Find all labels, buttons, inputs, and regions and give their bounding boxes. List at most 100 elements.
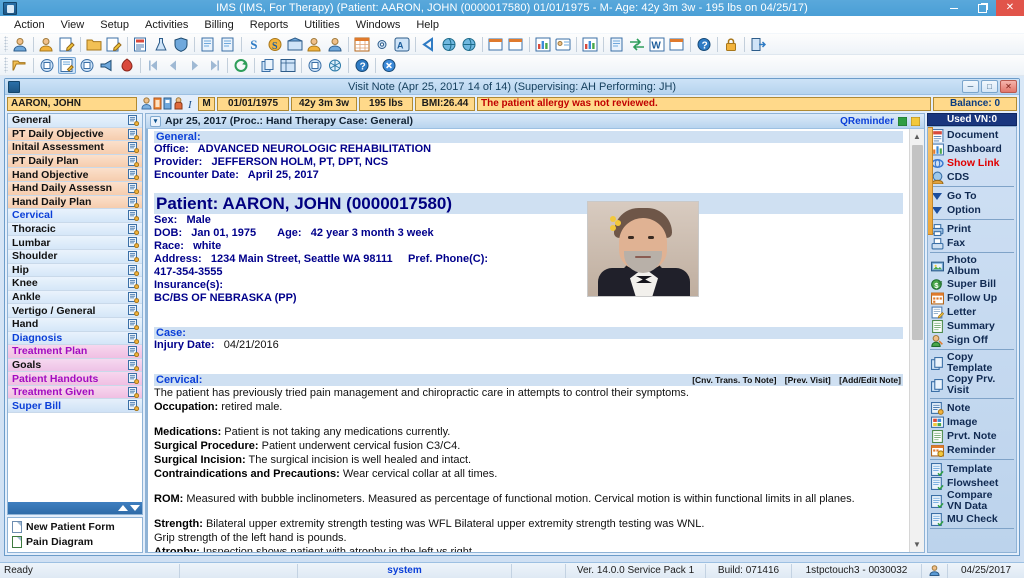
visit-note-restore-button[interactable]: □ xyxy=(981,80,998,93)
note-page-icon[interactable] xyxy=(128,278,140,290)
payment-icon[interactable]: S xyxy=(266,36,284,53)
report-icon[interactable] xyxy=(132,36,150,53)
category-item[interactable]: Super Bill xyxy=(8,399,142,414)
note-page-icon[interactable] xyxy=(128,400,140,412)
minimize-button[interactable] xyxy=(940,0,968,16)
new-note-icon[interactable] xyxy=(38,57,56,74)
action-item-photo[interactable]: Photo Album xyxy=(928,255,1016,277)
category-item[interactable]: Knee xyxy=(8,277,142,291)
next-record-icon[interactable] xyxy=(185,57,203,74)
category-item[interactable]: Shoulder xyxy=(8,249,142,264)
note-page-icon[interactable] xyxy=(128,305,140,317)
settings-gear-icon[interactable] xyxy=(373,36,391,53)
category-item[interactable]: Ankle xyxy=(8,290,142,305)
open-visit-icon[interactable] xyxy=(11,57,29,74)
category-item[interactable]: Diagnosis xyxy=(8,331,142,346)
window-icon[interactable] xyxy=(487,36,505,53)
action-item-summary[interactable]: Summary xyxy=(928,319,1016,333)
list-item-pain-diagram[interactable]: Pain Diagram xyxy=(12,536,139,548)
note-page-icon[interactable] xyxy=(128,318,140,331)
action-item-template[interactable]: Template xyxy=(928,462,1016,476)
schedule-grid-icon[interactable] xyxy=(353,36,371,53)
category-item[interactable]: Hand Daily Assessn xyxy=(8,181,142,196)
transfer-icon[interactable] xyxy=(628,36,646,53)
lock-icon[interactable] xyxy=(722,36,740,53)
document-list-icon[interactable] xyxy=(199,36,217,53)
patient-sex-field[interactable]: M xyxy=(198,96,215,111)
refresh-icon[interactable] xyxy=(232,57,250,74)
copy-icon[interactable] xyxy=(259,57,277,74)
note-page-icon[interactable] xyxy=(128,115,140,127)
action-item-document[interactable]: Document xyxy=(928,128,1016,143)
toolbar-grip[interactable] xyxy=(4,57,8,73)
action-item-note[interactable]: Note xyxy=(928,401,1016,415)
patient-bmi-field[interactable]: BMI:26.44 xyxy=(415,96,475,111)
patient-balance-field[interactable]: Balance: 0 xyxy=(933,96,1017,111)
menu-item-reports[interactable]: Reports xyxy=(242,17,297,33)
note-page-icon[interactable] xyxy=(128,128,140,140)
scroll-down-button[interactable]: ▼ xyxy=(909,537,924,552)
category-scroll-bar[interactable] xyxy=(8,502,142,514)
word-export-icon[interactable]: W xyxy=(648,36,666,53)
note-page-icon[interactable] xyxy=(128,142,140,154)
person-edit-icon[interactable] xyxy=(58,36,76,53)
status-user-icon[interactable] xyxy=(922,563,948,578)
export-icon[interactable] xyxy=(668,36,686,53)
note-page-icon[interactable] xyxy=(128,250,140,263)
category-item[interactable]: Lumbar xyxy=(8,236,142,250)
category-item[interactable]: PT Daily Plan xyxy=(8,154,142,169)
category-item[interactable]: Cervical xyxy=(8,209,142,223)
visit-selector-label[interactable]: Apr 25, 2017 (Proc.: Hand Therapy Case: … xyxy=(165,115,413,127)
note-page-icon[interactable] xyxy=(128,346,140,358)
charges-icon[interactable]: S xyxy=(246,36,264,53)
note-page-icon[interactable] xyxy=(128,182,140,195)
bar-chart-icon[interactable] xyxy=(534,36,552,53)
action-item-option[interactable]: Option xyxy=(928,203,1016,217)
bank-icon[interactable] xyxy=(286,36,304,53)
back-arrow-icon[interactable] xyxy=(420,36,438,53)
scroll-thumb[interactable] xyxy=(911,145,923,340)
category-item[interactable]: Patient Handouts xyxy=(8,372,142,386)
note-page-icon[interactable] xyxy=(128,223,140,235)
security-shield-icon[interactable] xyxy=(172,36,190,53)
megaphone-icon[interactable] xyxy=(98,57,116,74)
action-item-sign-off[interactable]: Sign Off xyxy=(928,333,1016,347)
close-button[interactable] xyxy=(996,0,1024,16)
note-page-icon[interactable] xyxy=(128,169,140,181)
category-item[interactable]: Treatment Plan xyxy=(8,345,142,359)
previous-record-icon[interactable] xyxy=(165,57,183,74)
menu-item-view[interactable]: View xyxy=(53,17,93,33)
analytics-icon[interactable] xyxy=(581,36,599,53)
action-item-copy-prv[interactable]: Copy Prv. Visit xyxy=(928,374,1016,396)
person-search-icon[interactable] xyxy=(38,36,56,53)
action-item-super-bill[interactable]: $ Super Bill xyxy=(928,277,1016,291)
flag-icon[interactable] xyxy=(118,57,136,74)
note-page-icon[interactable] xyxy=(128,237,140,249)
menu-item-action[interactable]: Action xyxy=(6,17,53,33)
toolbar-grip[interactable] xyxy=(4,36,8,52)
insurance-icon[interactable] xyxy=(306,36,324,53)
badge-icon[interactable] xyxy=(554,36,572,53)
action-item-show-link[interactable]: Show Link xyxy=(928,156,1016,170)
last-record-icon[interactable] xyxy=(205,57,223,74)
category-item[interactable]: Initail Assessment xyxy=(8,141,142,155)
note-scrollbar[interactable]: ▲ ▼ xyxy=(909,129,924,552)
first-record-icon[interactable] xyxy=(145,57,163,74)
action-item-follow-up[interactable]: Follow Up xyxy=(928,291,1016,305)
note-page-icon[interactable] xyxy=(128,196,140,208)
restore-button[interactable] xyxy=(968,0,996,16)
menu-item-windows[interactable]: Windows xyxy=(348,17,409,33)
note-page-icon[interactable] xyxy=(128,359,140,371)
patient-weight-field[interactable]: 195 lbs xyxy=(359,96,413,111)
allergy-alert-banner[interactable]: The patient allergy was not reviewed. xyxy=(477,96,931,111)
note-page-icon[interactable] xyxy=(128,291,140,303)
category-item[interactable]: Goals xyxy=(8,358,142,373)
edit-record-icon[interactable] xyxy=(105,36,123,53)
action-item-mu-check[interactable]: MU Check xyxy=(928,512,1016,526)
note-search-icon[interactable] xyxy=(306,57,324,74)
category-scroll-down-icon[interactable] xyxy=(130,505,140,511)
alphabet-icon[interactable]: A xyxy=(393,36,411,53)
lab-flask-icon[interactable] xyxy=(152,36,170,53)
patient-age-field[interactable]: 42y 3m 3w xyxy=(291,96,357,111)
window-edit-icon[interactable] xyxy=(507,36,525,53)
